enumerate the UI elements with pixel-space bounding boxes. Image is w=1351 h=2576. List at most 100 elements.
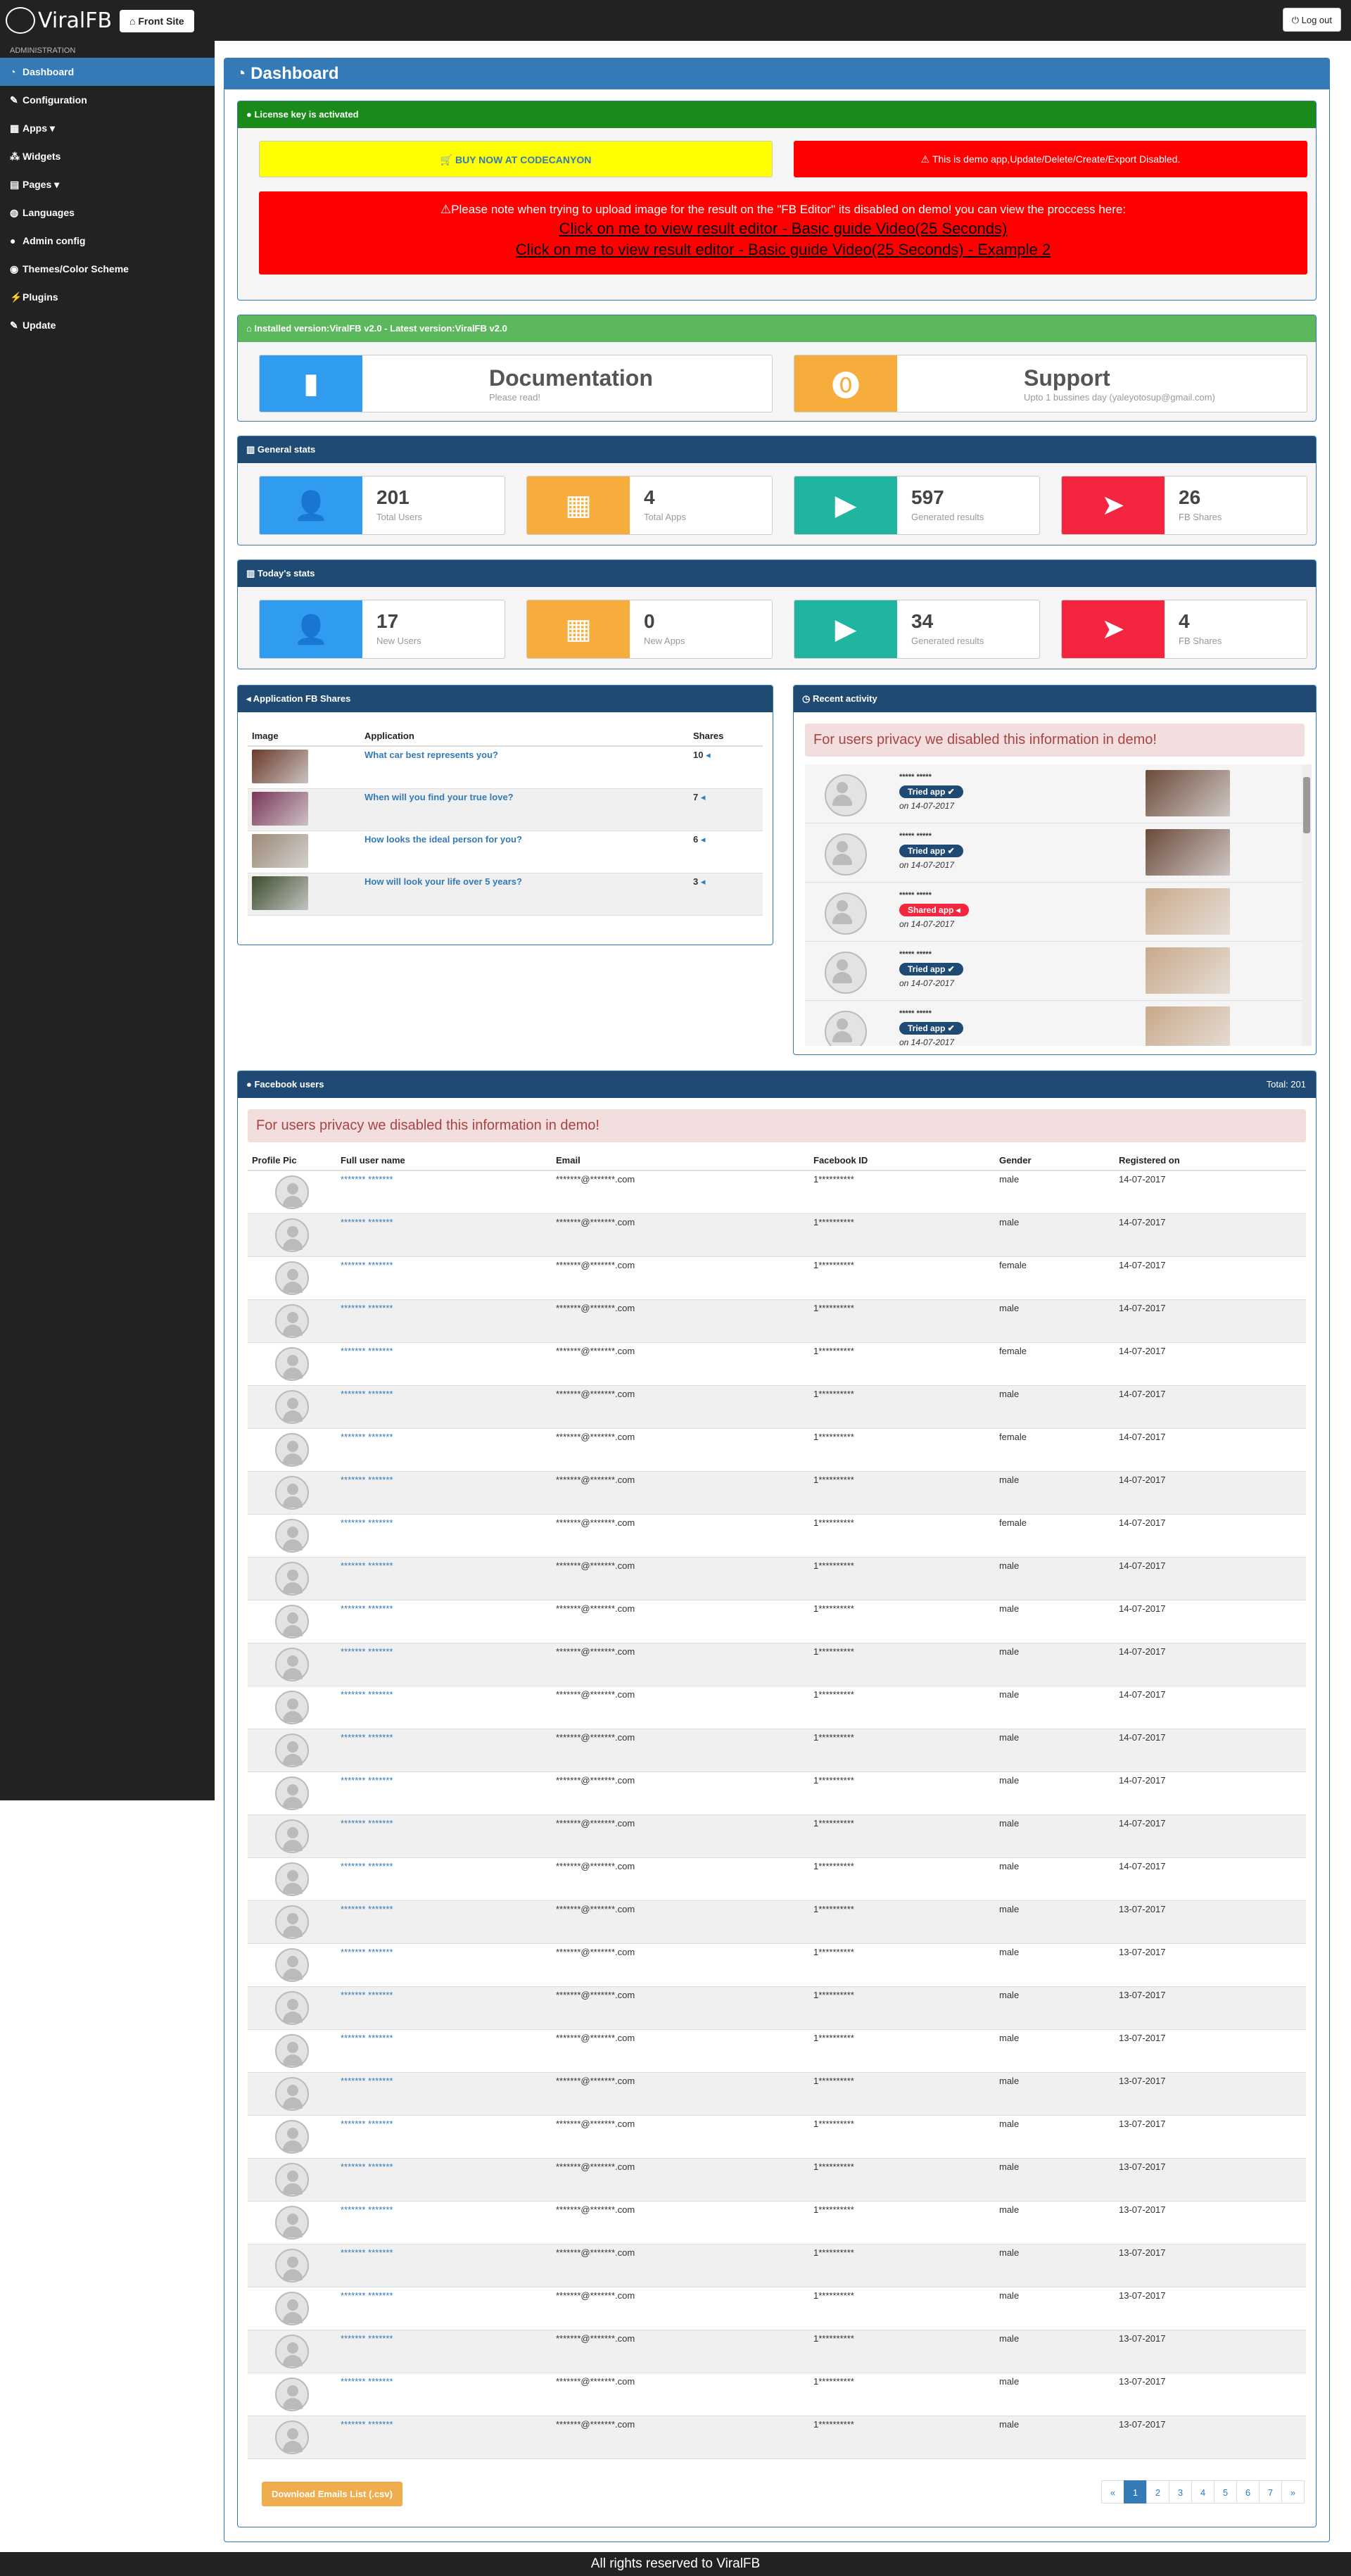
- user-name-link[interactable]: ******* *******: [341, 2161, 393, 2172]
- avatar: [275, 2335, 309, 2368]
- facebook-id-cell: 1**********: [809, 1170, 995, 1214]
- app-link[interactable]: What car best represents you?: [364, 750, 498, 760]
- user-name-link[interactable]: ******* *******: [341, 1560, 393, 1571]
- stat-box[interactable]: ▦ 4 Total Apps: [526, 476, 773, 535]
- page-link[interactable]: 5: [1214, 2480, 1237, 2504]
- user-name-link[interactable]: ******* *******: [341, 1217, 393, 1227]
- page-link[interactable]: 3: [1169, 2480, 1192, 2504]
- stat-box[interactable]: 👤 17 New Users: [259, 600, 505, 659]
- user-name-link[interactable]: ******* *******: [341, 1603, 393, 1614]
- table-row: ******* ******* *******@*******.com 1*****…: [248, 1170, 1306, 1214]
- user-name-link[interactable]: ******* *******: [341, 1732, 393, 1743]
- page-link[interactable]: »: [1281, 2480, 1305, 2504]
- stat-box[interactable]: ▶ 34 Generated results: [794, 600, 1040, 659]
- sidebar-item-6[interactable]: ● Admin config: [0, 227, 215, 255]
- sidebar-item-8[interactable]: ⚡Plugins: [0, 283, 215, 311]
- user-name-link[interactable]: ******* *******: [341, 1475, 393, 1485]
- app-link[interactable]: When will you find your true love?: [364, 792, 514, 802]
- logout-button[interactable]: ⏻ Log out: [1282, 8, 1341, 32]
- sidebar-item-9[interactable]: ✎ Update: [0, 311, 215, 339]
- user-name-link[interactable]: ******* *******: [341, 1389, 393, 1399]
- front-site-button[interactable]: ⌂ Front Site: [120, 10, 194, 32]
- activity-privacy-notice: For users privacy we disabled this infor…: [805, 724, 1305, 757]
- registered-cell: 13-07-2017: [1115, 1986, 1306, 2030]
- page-link[interactable]: 4: [1191, 2480, 1214, 2504]
- image-cell: [248, 831, 360, 873]
- user-name-link[interactable]: ******* *******: [341, 1818, 393, 1829]
- user-name-link[interactable]: ******* *******: [341, 1904, 393, 1914]
- profile-pic-cell: [248, 1256, 336, 1300]
- user-name-link[interactable]: ******* *******: [341, 1947, 393, 1957]
- stat-box[interactable]: ➤ 4 FB Shares: [1061, 600, 1307, 659]
- app-link[interactable]: How looks the ideal person for you?: [364, 834, 522, 845]
- stat-box[interactable]: ▶ 597 Generated results: [794, 476, 1040, 535]
- avatar: [275, 1433, 309, 1467]
- page-link[interactable]: 1: [1124, 2480, 1147, 2504]
- documentation-box[interactable]: ▮ Documentation Please read!: [259, 355, 773, 412]
- user-name-link[interactable]: ******* *******: [341, 1174, 393, 1185]
- user-name-link[interactable]: ******* *******: [341, 2076, 393, 2086]
- stat-box[interactable]: ➤ 26 FB Shares: [1061, 476, 1307, 535]
- name-cell: ******* *******: [336, 1729, 552, 1772]
- video-link-2[interactable]: Click on me to view result editor - Basi…: [259, 241, 1307, 259]
- user-name-link[interactable]: ******* *******: [341, 1689, 393, 1700]
- stat-box[interactable]: ▦ 0 New Apps: [526, 600, 773, 659]
- top-navbar: ViralFB ⌂ Front Site ⏻ Log out: [0, 0, 1351, 41]
- facebook-id-cell: 1**********: [809, 1600, 995, 1643]
- user-name-link[interactable]: ******* *******: [341, 2333, 393, 2344]
- sidebar-item-2[interactable]: ▦ Apps ▾: [0, 114, 215, 142]
- download-emails-button[interactable]: Download Emails List (.csv): [262, 2482, 402, 2506]
- facebook-id-cell: 1**********: [809, 1814, 995, 1858]
- sidebar-item-3[interactable]: ⁂ Widgets: [0, 142, 215, 170]
- shares-cell: 6 ◂: [689, 831, 763, 873]
- avatar: [275, 1991, 309, 2025]
- user-name-link[interactable]: ******* *******: [341, 1861, 393, 1871]
- user-name-link[interactable]: ******* *******: [341, 1432, 393, 1442]
- buy-now-button[interactable]: 🛒 BUY NOW AT CODECANYON: [259, 141, 773, 177]
- email-cell: *******@*******.com: [552, 1857, 809, 1901]
- page-link[interactable]: «: [1101, 2480, 1124, 2504]
- logo[interactable]: ViralFB: [6, 7, 112, 34]
- activity-list[interactable]: ***** ***** Tried app ✔ on 14-07-2017 *****…: [805, 764, 1312, 1046]
- user-name-link[interactable]: ******* *******: [341, 1517, 393, 1528]
- stat-label: Generated results: [911, 512, 984, 522]
- facebook-id-cell: 1**********: [809, 2072, 995, 2116]
- registered-cell: 13-07-2017: [1115, 2029, 1306, 2073]
- facebook-id-cell: 1**********: [809, 2029, 995, 2073]
- activity-scrollbar[interactable]: [1302, 764, 1312, 1046]
- user-name-link[interactable]: ******* *******: [341, 1303, 393, 1313]
- user-name-link[interactable]: ******* *******: [341, 1646, 393, 1657]
- user-name-link[interactable]: ******* *******: [341, 2119, 393, 2129]
- sidebar-item-5[interactable]: ◍ Languages: [0, 198, 215, 227]
- name-cell: ******* *******: [336, 2072, 552, 2116]
- user-name-link[interactable]: ******* *******: [341, 1260, 393, 1270]
- user-name-link[interactable]: ******* *******: [341, 1346, 393, 1356]
- email-cell: *******@*******.com: [552, 2201, 809, 2244]
- video-link-1[interactable]: Click on me to view result editor - Basi…: [259, 220, 1307, 238]
- user-name-link[interactable]: ******* *******: [341, 2290, 393, 2301]
- table-row: ******* ******* *******@*******.com 1*****…: [248, 1557, 1306, 1600]
- user-name-link[interactable]: ******* *******: [341, 1990, 393, 2000]
- user-icon: ●: [246, 1079, 255, 1090]
- bar-chart-icon: ▥: [246, 444, 258, 455]
- sidebar-item-7[interactable]: ◉ Themes/Color Scheme: [0, 255, 215, 283]
- user-name-link[interactable]: ******* *******: [341, 2204, 393, 2215]
- page-link[interactable]: 6: [1236, 2480, 1260, 2504]
- shares-cell: 10 ◂: [689, 746, 763, 789]
- user-name-link[interactable]: ******* *******: [341, 2247, 393, 2258]
- user-name-link[interactable]: ******* *******: [341, 2419, 393, 2430]
- sidebar-item-4[interactable]: ▤ Pages ▾: [0, 170, 215, 198]
- app-link[interactable]: How will look your life over 5 years?: [364, 876, 522, 887]
- user-name-link[interactable]: ******* *******: [341, 1775, 393, 1786]
- profile-pic-cell: [248, 1428, 336, 1472]
- user-name-link[interactable]: ******* *******: [341, 2033, 393, 2043]
- sidebar-item-1[interactable]: ✎ Configuration: [0, 86, 215, 114]
- scroll-thumb[interactable]: [1303, 777, 1310, 833]
- sidebar-item-0[interactable]: ◔ Dashboard: [0, 58, 215, 86]
- page-link[interactable]: 7: [1259, 2480, 1282, 2504]
- stat-box[interactable]: 👤 201 Total Users: [259, 476, 505, 535]
- user-name-link[interactable]: ******* *******: [341, 2376, 393, 2387]
- profile-pic-cell: [248, 2072, 336, 2116]
- page-link[interactable]: 2: [1146, 2480, 1169, 2504]
- support-box[interactable]: ⓿ Support Upto 1 bussines day (yaleyotos…: [794, 355, 1307, 412]
